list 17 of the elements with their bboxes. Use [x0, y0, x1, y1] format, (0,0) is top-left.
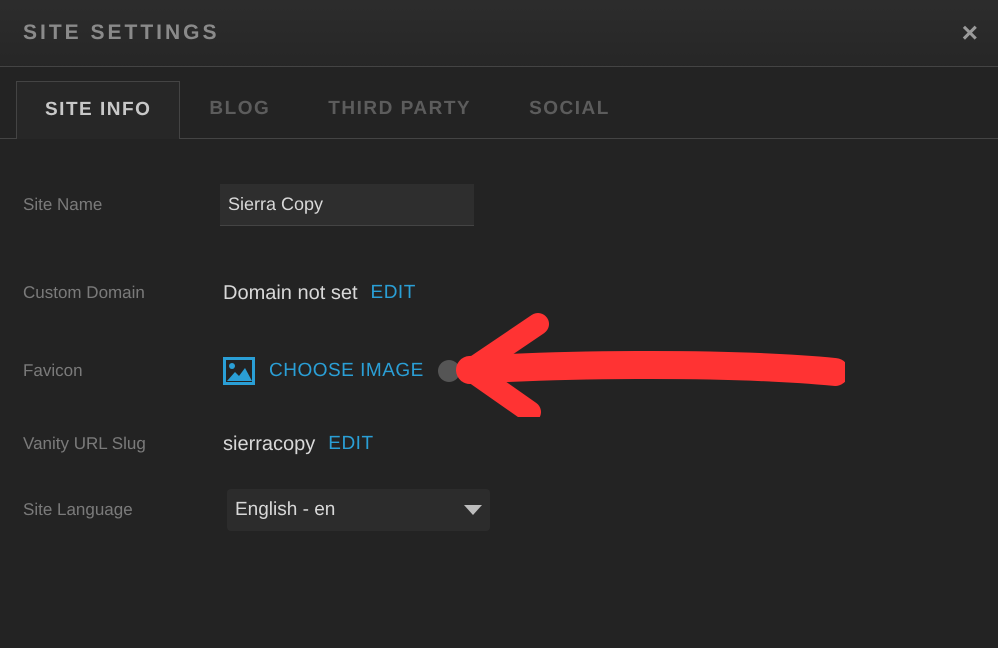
field-label: Site Language	[23, 499, 134, 522]
edit-link[interactable]: EDIT	[370, 278, 416, 308]
input-field[interactable]: Sierra Copy	[220, 184, 474, 226]
edit-link[interactable]: EDIT	[328, 430, 374, 458]
caret-icon	[464, 505, 482, 515]
language-dropdown[interactable]: English - en	[227, 489, 490, 531]
choose-image-link[interactable]: CHOOSE IMAGE	[269, 356, 424, 386]
field-label: Site Name	[23, 194, 104, 216]
field-value: Domain not set	[223, 281, 358, 306]
field-label: Vanity URL Slug	[23, 433, 147, 456]
image-icon[interactable]	[223, 357, 255, 385]
tab[interactable]: SITE INFO	[16, 81, 180, 139]
field-label: Favicon	[23, 360, 84, 382]
field-value: sierracopy	[223, 432, 316, 457]
window-title: SITE SETTINGS	[23, 20, 220, 46]
close-button[interactable]: ×	[962, 19, 978, 47]
field-label: Custom Domain	[23, 282, 146, 304]
